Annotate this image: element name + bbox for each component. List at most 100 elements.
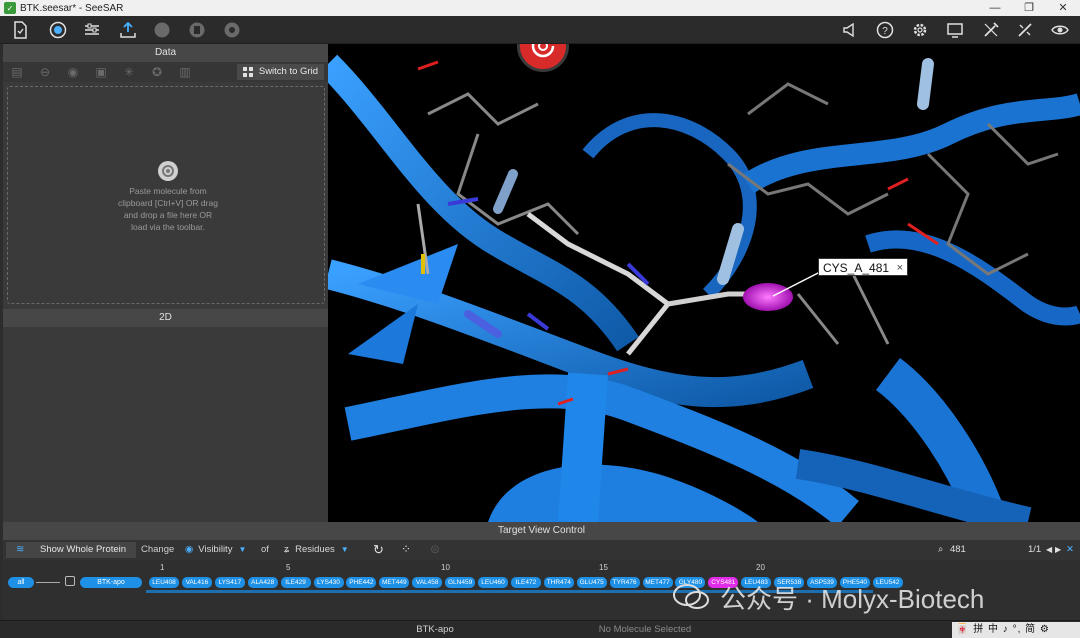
residue-pill-leu408[interactable]: LEU408: [149, 577, 179, 588]
search-count: 1/1: [1028, 544, 1042, 555]
switch-to-grid-button[interactable]: Switch to Grid: [236, 64, 324, 80]
app-icon: ✓: [4, 2, 16, 14]
main-toolbar: ?: [0, 16, 1080, 44]
residue-pill-met449[interactable]: MET449: [379, 577, 410, 588]
section-2d-title: 2D: [3, 309, 328, 327]
document-icon[interactable]: [9, 19, 31, 41]
residue-pill-val458[interactable]: VAL458: [412, 577, 443, 588]
residues-dropdown[interactable]: ʑ Residues ▼: [284, 542, 349, 558]
residue-pill-tyr476[interactable]: TYR476: [609, 577, 640, 588]
search-clear-icon[interactable]: ✕: [1066, 542, 1074, 558]
protein-structure-render: [328, 54, 1080, 522]
announce-icon[interactable]: [839, 19, 861, 41]
residue-pill-glu475[interactable]: GLU475: [576, 577, 607, 588]
residue-pill-phe442[interactable]: PHE442: [346, 577, 377, 588]
residue-pill-val416[interactable]: VAL416: [181, 577, 212, 588]
ruler-tick: 10: [441, 563, 450, 572]
ruler-tick: 1: [160, 563, 165, 572]
mode-icon-2[interactable]: [186, 19, 208, 41]
restore-button[interactable]: ❐: [1012, 0, 1046, 16]
calculator-icon[interactable]: ▤: [10, 65, 24, 79]
of-label: of: [261, 544, 269, 555]
chain-shield-icon[interactable]: [65, 576, 75, 586]
molecule-drop-icon: [158, 161, 178, 181]
ruler-tick: 5: [286, 563, 291, 572]
watermark: 公众号 · Molyx-Biotech: [672, 580, 984, 614]
residues-icon: ʑ: [284, 544, 290, 555]
filter-icon[interactable]: ⊜: [430, 542, 440, 556]
wand-icon[interactable]: ✳: [122, 65, 136, 79]
search-icon: ⌕: [938, 544, 944, 555]
chevron-down-icon: ▼: [340, 545, 349, 554]
change-label: Change: [141, 544, 175, 555]
data-panel: Data ▤ ⊖ ◉ ▣ ✳ ✪ ▥ Switch to Grid Paste …: [3, 44, 328, 522]
chain-all-toggle[interactable]: all: [8, 577, 34, 588]
window-title: BTK.seesar* - SeeSAR: [20, 2, 124, 14]
upload-icon[interactable]: [117, 19, 139, 41]
minus-circle-icon[interactable]: ⊖: [38, 65, 52, 79]
chevron-down-icon: ▼: [238, 545, 247, 554]
data-panel-title: Data: [3, 44, 328, 62]
status-bar: BTK-apo No Molecule Selected 🀄 拼 中 ♪ °, …: [0, 620, 1080, 638]
eye-icon[interactable]: [1049, 19, 1071, 41]
switch-to-grid-label: Switch to Grid: [258, 66, 318, 77]
title-bar: ✓ BTK.seesar* - SeeSAR — ❐ ✕: [0, 0, 1080, 16]
residue-pill-ile472[interactable]: ILE472: [510, 577, 541, 588]
protein-icon: ≋: [16, 544, 25, 555]
visibility-eye-icon: ◉: [185, 544, 194, 555]
show-whole-protein-button[interactable]: ≋ Show Whole Protein: [6, 542, 136, 558]
visibility-label: Visibility: [198, 544, 233, 555]
watermark-text: 公众号 · Molyx-Biotech: [720, 583, 985, 614]
chain-btk-apo[interactable]: BTK-apo: [80, 577, 142, 588]
residue-pill-met477[interactable]: MET477: [642, 577, 673, 588]
ruler-tick: 15: [599, 563, 608, 572]
residue-pill-leu460[interactable]: LEU460: [478, 577, 508, 588]
status-protein-name: BTK-apo: [416, 624, 454, 635]
show-whole-protein-label: Show Whole Protein: [40, 544, 127, 555]
label-close-icon[interactable]: ×: [897, 259, 903, 277]
mode-icon-3[interactable]: [221, 19, 243, 41]
screen-icon[interactable]: [944, 19, 966, 41]
gear-icon[interactable]: [909, 19, 931, 41]
reset-icon[interactable]: ↻: [373, 542, 384, 558]
tools-icon[interactable]: [980, 19, 1002, 41]
search-next-icon[interactable]: ▶: [1055, 542, 1061, 558]
residue-pill-ile429[interactable]: ILE429: [280, 577, 311, 588]
visibility-icon[interactable]: ◉: [66, 65, 80, 79]
seesar-logo-icon: [531, 44, 555, 58]
residue-pill-lys417[interactable]: LYS417: [214, 577, 245, 588]
data-toolbar: ▤ ⊖ ◉ ▣ ✳ ✪ ▥ Switch to Grid: [3, 62, 328, 82]
mode-icon-1[interactable]: [151, 19, 173, 41]
scatter-icon[interactable]: ⁘: [401, 542, 411, 556]
svg-text:?: ?: [882, 26, 888, 37]
residue-pill-lys430[interactable]: LYS430: [313, 577, 344, 588]
settings-sliders-icon[interactable]: [81, 19, 103, 41]
minimize-button[interactable]: —: [978, 0, 1012, 16]
residue-pill-thr474[interactable]: THR474: [543, 577, 574, 588]
target-view-control-title: Target View Control: [3, 522, 1080, 540]
star-icon[interactable]: ✪: [150, 65, 164, 79]
analyzer-icon[interactable]: [47, 19, 69, 41]
wechat-icon: [673, 584, 709, 609]
residue-search-input[interactable]: 481: [950, 544, 966, 555]
target-view-toolbar: ≋ Show Whole Protein Change ◉ Visibility ▼…: [3, 540, 1080, 560]
ime-toolbar[interactable]: 🀄 拼 中 ♪ °, 简 ⚙: [952, 622, 1080, 638]
residue-label-text: CYS_A_481: [823, 261, 890, 275]
ruler-tick: 20: [756, 563, 765, 572]
help-icon[interactable]: ?: [874, 19, 896, 41]
visibility-dropdown[interactable]: ◉ Visibility ▼: [185, 542, 246, 558]
molecule-dropzone[interactable]: Paste molecule from clipboard [Ctrl+V] O…: [7, 86, 325, 304]
close-button[interactable]: ✕: [1046, 0, 1080, 16]
residue-label-tag[interactable]: CYS_A_481 ×: [818, 258, 909, 277]
search-prev-icon[interactable]: ◀: [1046, 542, 1052, 558]
trash-icon[interactable]: ▥: [178, 65, 192, 79]
link-tools-icon[interactable]: [1014, 19, 1036, 41]
residue-pill-gln459[interactable]: GLN459: [445, 577, 476, 588]
save-icon[interactable]: ▣: [94, 65, 108, 79]
residue-pill-ala428[interactable]: ALA428: [247, 577, 278, 588]
protein-3d-view[interactable]: CYS_A_481 ×: [328, 44, 1080, 522]
residues-label: Residues: [295, 544, 335, 555]
chain-connector: [36, 582, 60, 583]
dropzone-instructions: Paste molecule from clipboard [Ctrl+V] O…: [118, 186, 218, 232]
residue-search[interactable]: ⌕ 481 1/1 ◀ ▶ ✕: [938, 542, 1078, 558]
